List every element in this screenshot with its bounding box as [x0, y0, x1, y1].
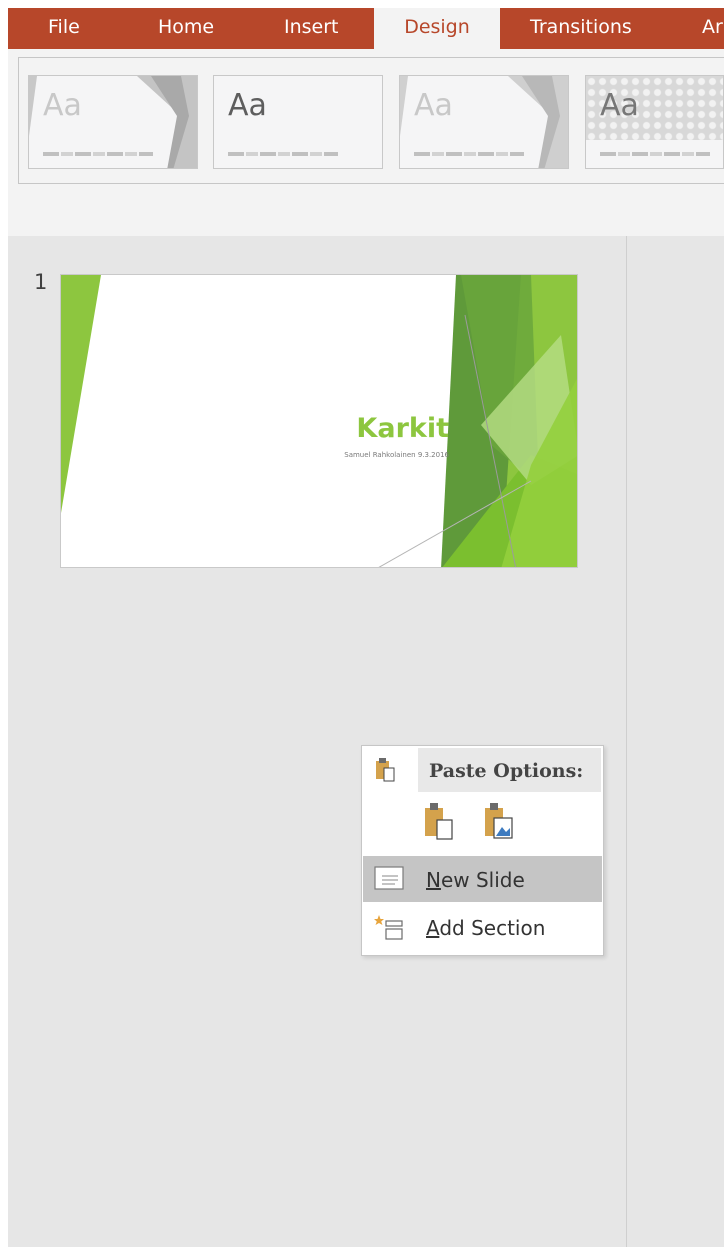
slide-subtitle: Samuel Rahkolainen 9.3.2016	[344, 451, 449, 459]
paste-use-destination-theme-icon[interactable]	[422, 800, 456, 842]
theme-thumbnail-pattern[interactable]: Aa	[585, 75, 724, 169]
pane-divider[interactable]	[626, 236, 627, 1247]
ribbon-lower	[8, 184, 724, 236]
add-section-label: Add Section	[426, 916, 546, 940]
tab-home[interactable]: Home	[158, 8, 214, 49]
theme-thumbnail-office[interactable]: Aa	[213, 75, 383, 169]
context-menu: Paste Options: New Slide Add Section	[361, 745, 604, 956]
tab-file[interactable]: File	[48, 8, 80, 49]
theme-color-strip	[228, 152, 338, 156]
new-slide-icon	[374, 866, 404, 890]
theme-sample-text: Aa	[228, 88, 267, 123]
tab-insert[interactable]: Insert	[284, 8, 339, 49]
new-slide-label: New Slide	[426, 868, 525, 892]
theme-sample-text: Aa	[414, 88, 453, 123]
theme-thumbnail-facet-gray[interactable]: Aa	[28, 75, 198, 169]
add-section-icon	[374, 915, 403, 940]
clipboard-icon	[376, 758, 395, 782]
slide-title: Karkit	[356, 413, 449, 444]
new-slide-menu-item[interactable]: New Slide	[363, 856, 602, 902]
slide-thumbnail[interactable]: Karkit Samuel Rahkolainen 9.3.2016	[60, 274, 578, 568]
theme-left-accent	[400, 76, 408, 136]
theme-thumbnail-facet-light[interactable]: Aa	[399, 75, 569, 169]
ribbon-tab-bar: File Home Insert Design Transitions Ar	[8, 8, 724, 49]
theme-color-strip	[414, 152, 524, 156]
theme-color-strip	[43, 152, 153, 156]
paste-options-label: Paste Options:	[429, 760, 584, 782]
theme-left-accent	[29, 76, 37, 136]
theme-sample-text: Aa	[43, 88, 82, 123]
paste-as-picture-icon[interactable]	[482, 800, 516, 842]
theme-sample-text: Aa	[600, 88, 639, 123]
slide-facet-artwork	[61, 275, 577, 567]
slide-number: 1	[34, 270, 48, 294]
add-section-menu-item[interactable]: Add Section	[363, 904, 602, 950]
tab-transitions[interactable]: Transitions	[530, 8, 632, 49]
window-top-edge	[0, 0, 724, 8]
tab-animations[interactable]: Ar	[702, 8, 723, 49]
window-left-edge	[0, 0, 8, 1247]
theme-color-strip	[600, 152, 710, 156]
tab-design[interactable]: Design	[374, 8, 500, 49]
